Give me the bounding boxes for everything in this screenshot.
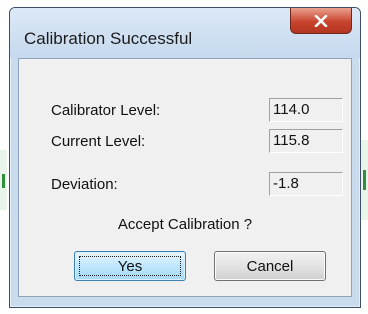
yes-button[interactable]: Yes [74, 251, 186, 281]
calibrator-level-label: Calibrator Level: [51, 102, 161, 119]
dialog-body: Calibrator Level: 114.0 Current Level: 1… [18, 58, 352, 297]
deviation-value: -1.8 [269, 172, 343, 196]
background-edge-left [0, 150, 7, 210]
accept-calibration-prompt: Accept Calibration ? [117, 216, 253, 233]
cancel-button-label: Cancel [246, 257, 294, 275]
current-level-value: 115.8 [269, 129, 343, 153]
calibrator-level-value: 114.0 [269, 98, 343, 122]
title-bar[interactable]: Calibration Successful [10, 8, 360, 58]
calibrator-level-row: Calibrator Level: 114.0 [19, 98, 351, 124]
current-level-row: Current Level: 115.8 [19, 129, 351, 155]
calibration-dialog: Calibration Successful Calibrator Level:… [9, 7, 361, 308]
current-level-label: Current Level: [51, 133, 146, 150]
close-button[interactable] [290, 8, 352, 34]
deviation-row: Deviation: -1.8 [19, 172, 351, 198]
background-edge-right [361, 140, 368, 220]
window-title: Calibration Successful [24, 29, 193, 48]
focus-ring [79, 256, 181, 276]
close-x-icon [314, 14, 328, 27]
cancel-button[interactable]: Cancel [214, 251, 326, 281]
deviation-label: Deviation: [51, 176, 118, 193]
